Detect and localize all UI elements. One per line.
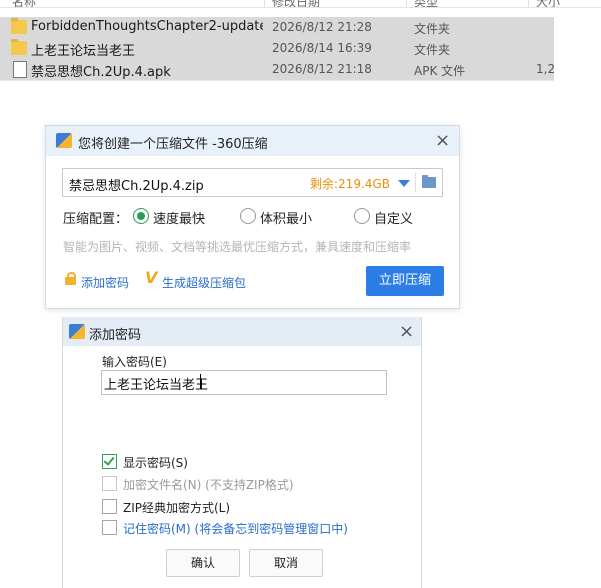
- zip-classic-encryption-checkbox[interactable]: [102, 499, 117, 514]
- file-name: ForbiddenThoughtsChapter2-update...: [31, 19, 263, 34]
- lock-icon: [65, 272, 76, 285]
- chevron-down-icon[interactable]: [398, 180, 410, 187]
- remember-password-checkbox[interactable]: [102, 520, 117, 535]
- file-row[interactable]: 禁忌思想Ch.2Up.4.apk 2026/8/12 21:18 APK 文件 …: [0, 59, 556, 81]
- archive-name-field[interactable]: 禁忌思想Ch.2Up.4.zip 剩余:219.4GB: [62, 168, 443, 197]
- folder-icon: [11, 39, 27, 55]
- file-icon: [13, 61, 27, 78]
- add-password-link[interactable]: 添加密码: [81, 274, 129, 291]
- file-date: 2026/8/12 21:18: [272, 62, 372, 76]
- compress-dialog: 您将创建一个压缩文件 -360压缩 × 禁忌思想Ch.2Up.4.zip 剩余:…: [45, 125, 460, 309]
- super-archive-icon: V: [145, 268, 158, 287]
- confirm-button[interactable]: 确认: [166, 549, 240, 577]
- password-value[interactable]: 上老王论坛当老王: [104, 374, 208, 393]
- column-divider[interactable]: [406, 0, 407, 7]
- file-name: 上老王论坛当老王: [31, 44, 136, 59]
- show-password-checkbox[interactable]: [102, 454, 117, 469]
- close-icon[interactable]: ×: [435, 132, 450, 150]
- file-type: APK 文件: [414, 64, 466, 78]
- app-360zip-icon: [69, 324, 85, 339]
- file-type: 文件夹: [414, 43, 451, 57]
- encrypt-filenames-checkbox[interactable]: [102, 476, 117, 491]
- compress-now-button[interactable]: 立即压缩: [366, 266, 444, 296]
- column-divider[interactable]: [264, 0, 265, 7]
- file-row[interactable]: 上老王论坛当老王 2026/8/14 16:39 文件夹: [0, 38, 554, 60]
- column-date[interactable]: 修改日期: [272, 0, 320, 7]
- radio-fastest-label[interactable]: 速度最快: [153, 208, 205, 227]
- column-header: 名称 修改日期 类型 大小: [0, 0, 601, 8]
- file-date: 2026/8/12 21:28: [272, 20, 372, 34]
- text-caret: [200, 374, 201, 389]
- file-name: 禁忌思想Ch.2Up.4.apk: [31, 65, 171, 80]
- close-icon[interactable]: ×: [399, 323, 414, 341]
- radio-smallest-label[interactable]: 体积最小: [260, 208, 312, 227]
- add-password-dialog: 添加密码 × 输入密码(E) 上老王论坛当老王 显示密码(S) 加密文件名(N)…: [62, 317, 422, 588]
- file-explorer: 名称 修改日期 类型 大小 ForbiddenThoughtsChapter2-…: [0, 0, 601, 100]
- app-360zip-icon: [56, 133, 72, 148]
- cancel-button[interactable]: 取消: [249, 549, 323, 577]
- zip-classic-encryption-label[interactable]: ZIP经典加密方式(L): [123, 499, 230, 516]
- column-type[interactable]: 类型: [414, 0, 438, 7]
- radio-custom[interactable]: [354, 208, 370, 224]
- add-password-titlebar[interactable]: 添加密码 ×: [63, 317, 421, 346]
- compress-dialog-title: 您将创建一个压缩文件 -360压缩: [78, 137, 268, 152]
- super-archive-link[interactable]: 生成超级压缩包: [162, 274, 246, 291]
- free-space-label: 剩余:219.4GB: [310, 177, 390, 191]
- remember-password-label[interactable]: 记住密码(M) (将会备忘到密码管理窗口中): [123, 520, 348, 537]
- file-row[interactable]: ForbiddenThoughtsChapter2-update... 2026…: [0, 17, 554, 39]
- file-size: 1,2: [536, 62, 556, 76]
- compression-config-label: 压缩配置：: [63, 212, 129, 227]
- browse-folder-icon[interactable]: [422, 175, 436, 188]
- archive-name-value[interactable]: 禁忌思想Ch.2Up.4.zip: [69, 175, 204, 194]
- column-name[interactable]: 名称: [12, 0, 36, 7]
- column-divider[interactable]: [528, 0, 529, 7]
- add-password-title: 添加密码: [89, 328, 142, 343]
- password-input-label: 输入密码(E): [102, 355, 167, 369]
- compression-hint: 智能为图片、视频、文档等挑选最优压缩方式，兼具速度和压缩率: [63, 240, 412, 254]
- radio-custom-label[interactable]: 自定义: [374, 208, 413, 227]
- file-date: 2026/8/14 16:39: [272, 41, 372, 55]
- file-type: 文件夹: [414, 22, 451, 36]
- compress-dialog-titlebar[interactable]: 您将创建一个压缩文件 -360压缩 ×: [46, 126, 459, 156]
- divider: [415, 173, 416, 192]
- radio-fastest[interactable]: [133, 208, 149, 224]
- password-field[interactable]: 上老王论坛当老王: [101, 370, 387, 395]
- encrypt-filenames-label[interactable]: 加密文件名(N) (不支持ZIP格式): [123, 476, 294, 493]
- folder-icon: [11, 18, 27, 34]
- show-password-label[interactable]: 显示密码(S): [123, 454, 188, 471]
- radio-smallest[interactable]: [240, 208, 256, 224]
- column-size[interactable]: 大小: [536, 0, 560, 7]
